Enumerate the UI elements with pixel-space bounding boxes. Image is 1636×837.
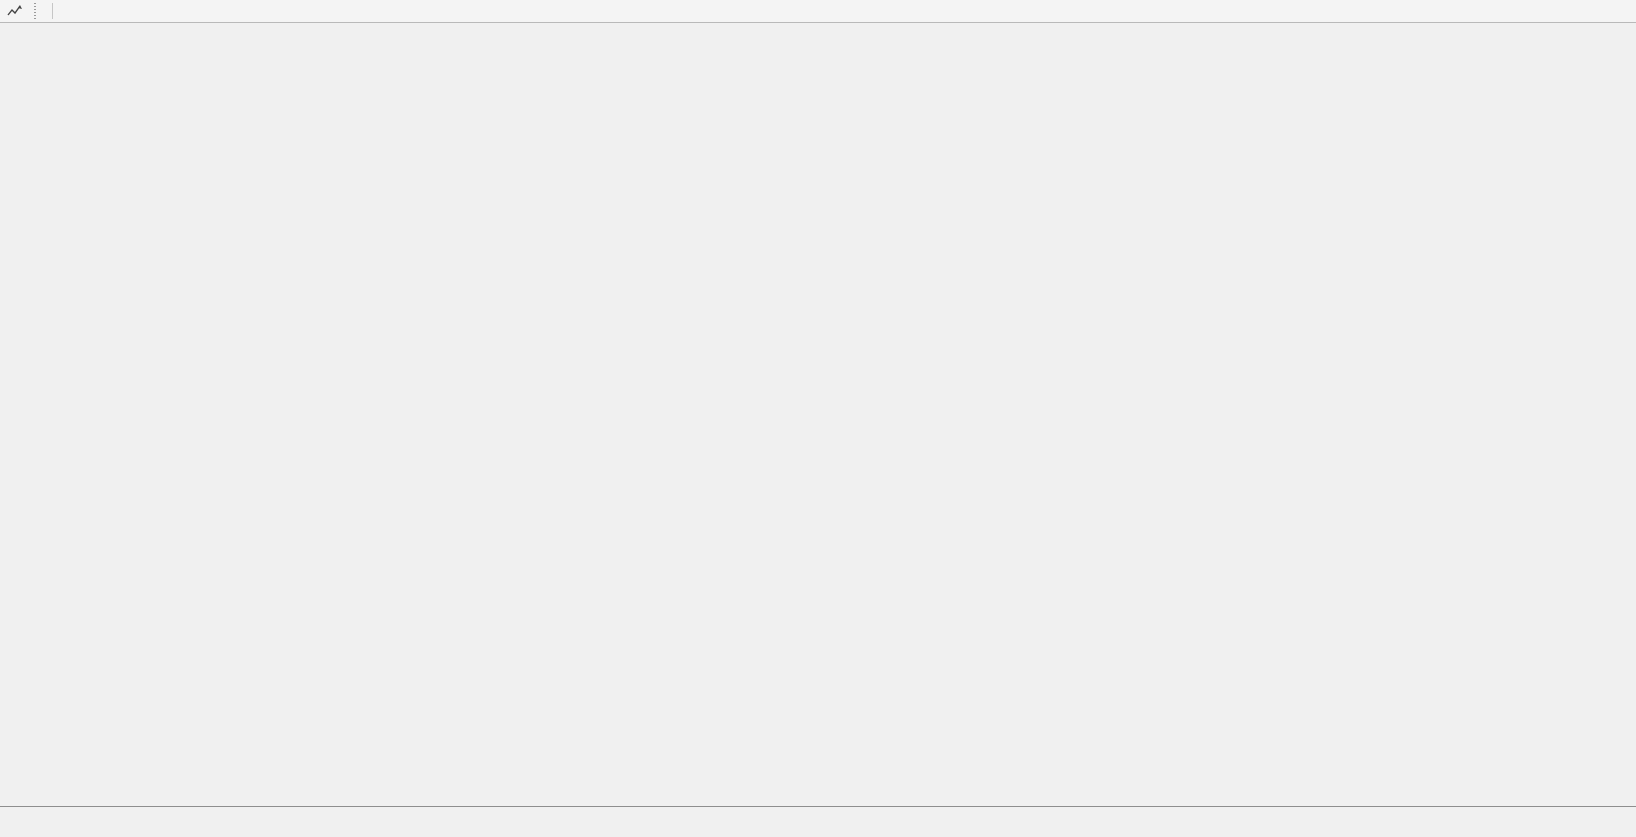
toolbar-grip-handle[interactable] (33, 3, 38, 19)
chart-canvas[interactable] (0, 0, 1636, 806)
line-studies-icon[interactable] (6, 3, 24, 19)
mt4-window (0, 0, 1636, 837)
timeframe-toolbar (0, 0, 1636, 23)
chart-tab-bar (0, 806, 1636, 833)
toolbar-separator (52, 3, 53, 19)
